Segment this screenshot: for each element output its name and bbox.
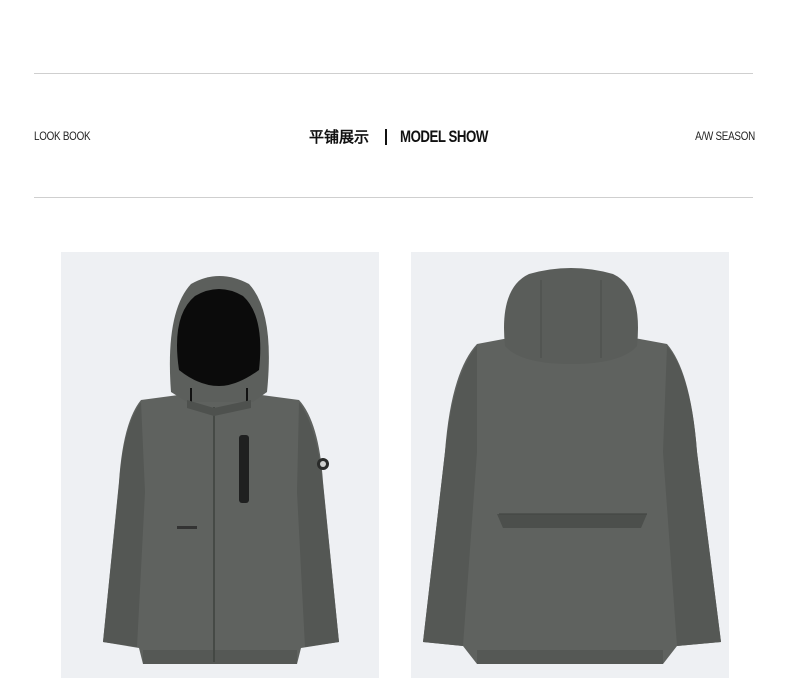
top-divider	[34, 73, 753, 74]
look-book-label: LOOK BOOK	[34, 129, 91, 143]
section-title-en: MODEL SHOW	[400, 126, 488, 146]
jacket-back-image	[411, 252, 729, 678]
jacket-front-image	[61, 252, 379, 678]
bottom-divider	[34, 197, 753, 198]
section-title: 平铺展示 MODEL SHOW	[309, 126, 513, 147]
section-header: LOOK BOOK 平铺展示 MODEL SHOW A/W SEASON	[0, 126, 790, 148]
title-separator	[385, 128, 388, 145]
section-title-cn: 平铺展示	[309, 128, 370, 146]
season-label: A/W SEASON	[695, 129, 755, 143]
